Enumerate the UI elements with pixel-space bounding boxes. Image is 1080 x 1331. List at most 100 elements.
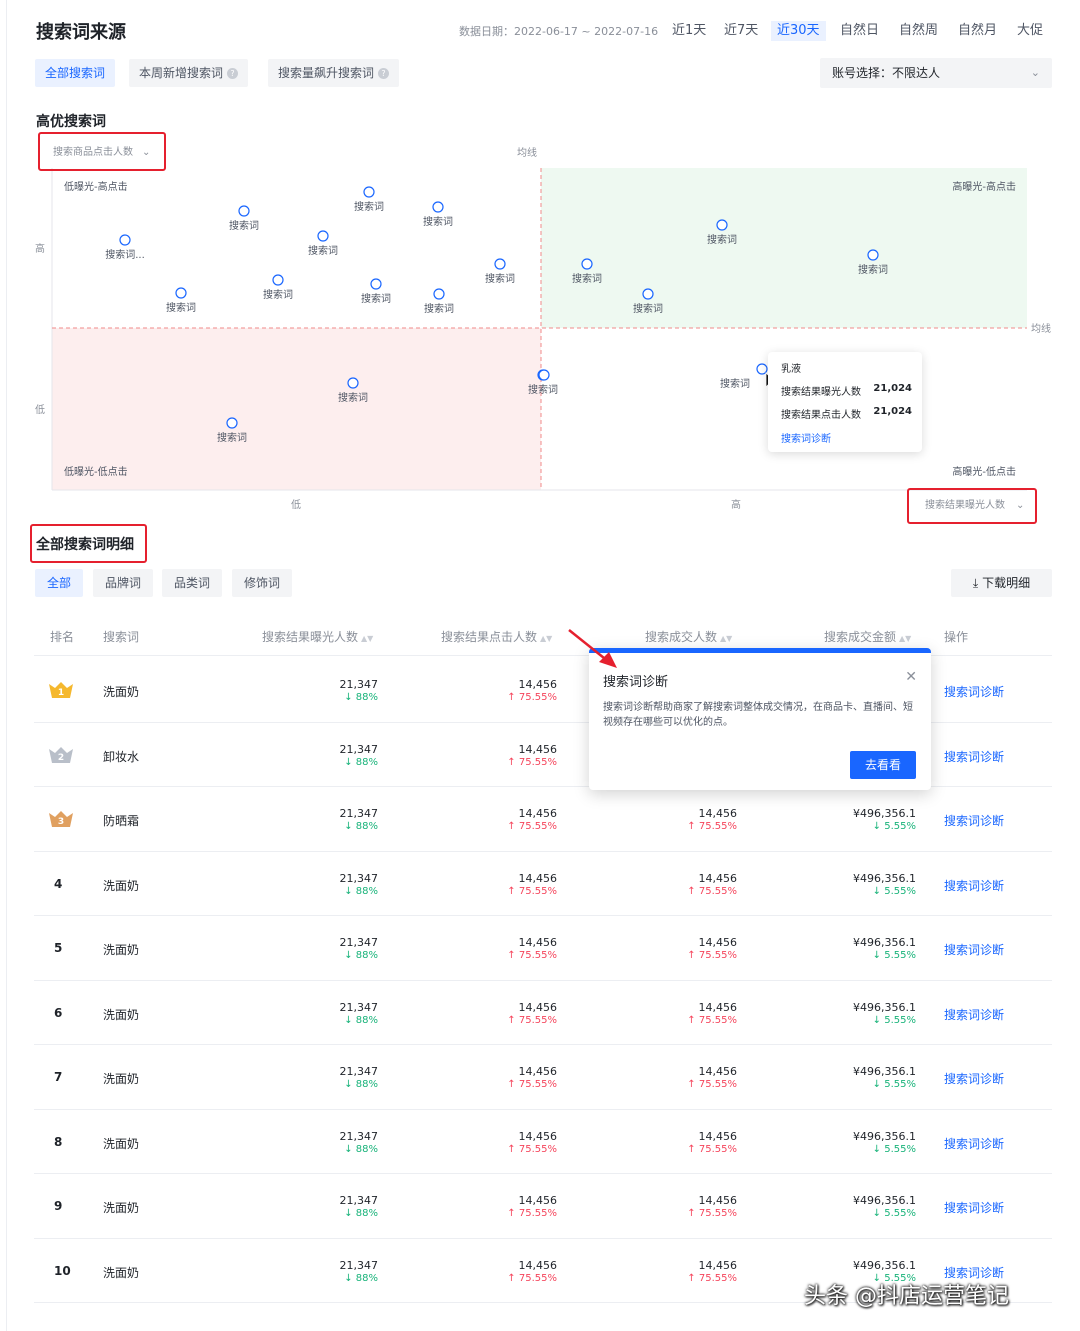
- buyers-change: ↑ 75.55%: [687, 1272, 737, 1284]
- account-select[interactable]: 账号选择：不限达人 ⌄: [820, 58, 1052, 88]
- clicks-value: 14,456: [518, 936, 558, 949]
- scatter-point-label: 搜索词: [217, 431, 247, 444]
- buyers-value: 14,456: [698, 1258, 738, 1272]
- sort-icon[interactable]: ▲▼: [540, 634, 552, 643]
- exposure-value: 21,347: [339, 1258, 379, 1272]
- tab-category[interactable]: 品类词: [162, 569, 223, 597]
- col-exposure[interactable]: 搜索结果曝光人数 ▲▼: [262, 628, 373, 645]
- range-tab-3[interactable]: 自然日: [834, 21, 885, 41]
- tab-brand[interactable]: 品牌词: [93, 569, 154, 597]
- sort-icon[interactable]: ▲▼: [899, 634, 911, 643]
- point-tooltip: 乳液 搜索结果曝光人数 21,024 搜索结果点击人数 21,024 搜索词诊断: [768, 352, 922, 452]
- buyers-change: ↑ 75.55%: [687, 1079, 737, 1090]
- buyers-value: 14,456: [698, 1065, 738, 1078]
- buyers-cell: 14,456↑ 75.55%: [687, 1194, 737, 1219]
- amount-change: ↓ 5.55%: [872, 885, 916, 897]
- scatter-point[interactable]: [432, 201, 444, 213]
- clicks-cell: 14,456 ↑ 75.55%: [507, 807, 557, 832]
- download-detail-button[interactable]: ⤓ 下载明细: [951, 569, 1052, 597]
- amount-value: ¥496,356.1: [853, 1129, 916, 1143]
- exposure-cell: 21,347 ↓ 88%: [340, 1194, 379, 1219]
- filter-new-this-week[interactable]: 本周新增搜索词?: [129, 59, 249, 87]
- exposure-cell: 21,347 ↓ 88%: [340, 1065, 379, 1090]
- popover-go-button[interactable]: 去看看: [850, 751, 916, 779]
- close-icon[interactable]: ✕: [905, 669, 917, 685]
- change-value: 88%: [355, 692, 378, 703]
- col-amount[interactable]: 搜索成交金额 ▲▼: [824, 628, 911, 645]
- sort-icon[interactable]: ▲▼: [720, 634, 732, 643]
- amount-change: ↓ 5.55%: [872, 1014, 916, 1026]
- clicks-change: ↑ 75.55%: [507, 950, 557, 961]
- diagnose-link[interactable]: 搜索词诊断: [944, 1070, 1004, 1087]
- range-tab-6[interactable]: 大促: [1011, 21, 1049, 41]
- clicks-change: ↑ 75.55%: [507, 1143, 557, 1155]
- diagnose-link[interactable]: 搜索词诊断: [944, 1135, 1004, 1152]
- scatter-point[interactable]: [317, 230, 329, 242]
- buyers-cell: 14,456↑ 75.55%: [687, 1259, 737, 1284]
- clicks-cell: 14,456 ↑ 75.55%: [507, 743, 557, 768]
- scatter-point[interactable]: [756, 363, 768, 375]
- download-label: 下载明细: [982, 576, 1031, 590]
- diagnose-link[interactable]: 搜索词诊断: [944, 1006, 1004, 1023]
- scatter-point[interactable]: [433, 288, 445, 300]
- amount-cell: ¥496,356.1↓ 5.55%: [853, 1130, 916, 1155]
- buyers-change: ↑ 75.55%: [687, 1014, 737, 1026]
- tooltip-diagnose-link[interactable]: 搜索词诊断: [781, 430, 912, 445]
- scatter-point[interactable]: [538, 369, 550, 381]
- range-tab-1[interactable]: 近7天: [718, 21, 764, 41]
- diagnose-link[interactable]: 搜索词诊断: [944, 812, 1004, 829]
- scatter-point[interactable]: [867, 249, 879, 261]
- clicks-change: ↑ 75.55%: [507, 1079, 557, 1090]
- change-value: 75.55%: [698, 1014, 737, 1026]
- question-circle-icon[interactable]: ?: [227, 68, 239, 79]
- question-circle-icon[interactable]: ?: [378, 68, 390, 79]
- clicks-cell: 14,456 ↑ 75.55%: [507, 1130, 557, 1155]
- scatter-point[interactable]: [581, 258, 593, 270]
- scatter-point[interactable]: [642, 288, 654, 300]
- range-tab-0[interactable]: 近1天: [666, 21, 712, 41]
- scatter-point-label: 搜索词: [424, 302, 454, 315]
- range-tab-5[interactable]: 自然月: [952, 21, 1003, 41]
- scatter-point[interactable]: [226, 417, 238, 429]
- scatter-point[interactable]: [370, 278, 382, 290]
- exposure-change: ↓ 88%: [344, 692, 378, 703]
- scatter-point[interactable]: [272, 274, 284, 286]
- filter-all-keywords[interactable]: 全部搜索词: [35, 59, 116, 87]
- buyers-value: 14,456: [698, 936, 738, 949]
- diagnose-link[interactable]: 搜索词诊断: [944, 1199, 1004, 1216]
- table-row: 6 洗面奶 21,347 ↓ 88% 14,456 ↑ 75.55% 14,456 ↑ 75.…: [34, 981, 1052, 1045]
- diagnose-link[interactable]: 搜索词诊断: [944, 941, 1004, 958]
- scatter-point-label: 搜索词: [572, 272, 602, 285]
- keyword-cell: 洗面奶: [103, 943, 140, 957]
- range-tab-4[interactable]: 自然周: [893, 21, 944, 41]
- scatter-point[interactable]: [494, 258, 506, 270]
- keyword-cell: 防晒霜: [103, 814, 140, 828]
- clicks-cell: 14,456 ↑ 75.55%: [507, 872, 557, 897]
- change-value: 88%: [355, 1014, 378, 1026]
- exposure-value: 21,347: [339, 1065, 379, 1078]
- quadrant-label-low-high: 低曝光-高点击: [64, 180, 128, 193]
- sort-icon[interactable]: ▲▼: [361, 634, 373, 643]
- filter-surging[interactable]: 搜索量飙升搜索词?: [268, 59, 400, 87]
- diagnose-link[interactable]: 搜索词诊断: [944, 748, 1004, 765]
- col-buyers[interactable]: 搜索成交人数 ▲▼: [645, 628, 732, 645]
- col-clicks[interactable]: 搜索结果点击人数 ▲▼: [441, 628, 552, 645]
- scatter-point[interactable]: [119, 234, 131, 246]
- scatter-point[interactable]: [716, 219, 728, 231]
- diagnose-link[interactable]: 搜索词诊断: [944, 683, 1004, 700]
- range-tab-2[interactable]: 近30天: [771, 21, 826, 41]
- scatter-point[interactable]: [363, 186, 375, 198]
- diagnose-link[interactable]: 搜索词诊断: [944, 877, 1004, 894]
- amount-cell: ¥496,356.1↓ 5.55%: [853, 1194, 916, 1219]
- rank-number: 10: [54, 1263, 71, 1278]
- change-value: 75.55%: [518, 1014, 557, 1026]
- scatter-point[interactable]: [347, 377, 359, 389]
- keyword-cell: 卸妆水: [103, 749, 140, 764]
- tab-modifier[interactable]: 修饰词: [232, 569, 293, 597]
- exposure-value: 21,347: [339, 871, 379, 885]
- tab-all[interactable]: 全部: [35, 569, 84, 597]
- filter-surging-label: 搜索量飙升搜索词: [278, 66, 375, 80]
- quadrant-label-high-high: 高曝光-高点击: [952, 180, 1016, 193]
- scatter-point[interactable]: [238, 205, 250, 217]
- scatter-point[interactable]: [175, 287, 187, 299]
